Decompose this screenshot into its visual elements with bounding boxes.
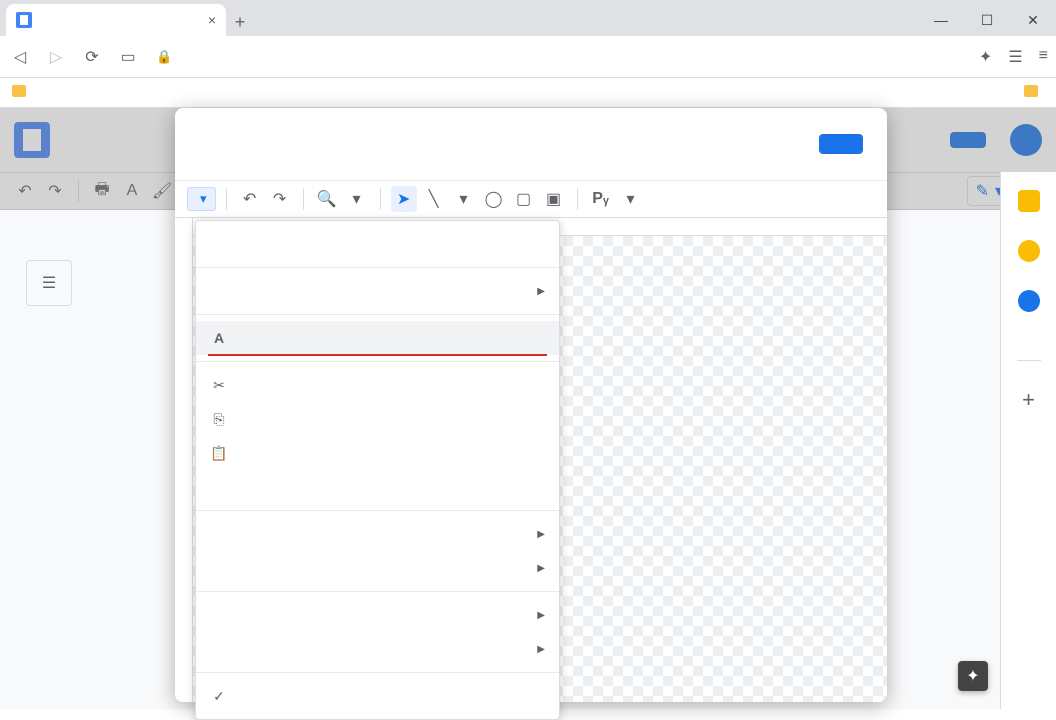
undo-icon[interactable]: ↶ bbox=[237, 186, 263, 212]
maximize-button[interactable]: ☐ bbox=[964, 4, 1010, 36]
menu-version-history[interactable] bbox=[196, 227, 559, 261]
back-button[interactable]: ◁ bbox=[8, 45, 32, 69]
other-bookmarks[interactable] bbox=[1024, 85, 1044, 100]
address-bar: ◁ ▷ ⟳ ▭ 🔒 ✦ ☰ ≡ bbox=[0, 36, 1056, 78]
menu-show-ruler[interactable]: ✓ bbox=[196, 679, 559, 713]
copy-icon: ⎘ bbox=[210, 410, 228, 428]
chevron-down-icon[interactable]: ▾ bbox=[451, 186, 477, 212]
textbox-tool-icon[interactable]: ▢ bbox=[511, 186, 537, 212]
close-window-button[interactable]: ✕ bbox=[1010, 4, 1056, 36]
calendar-icon[interactable] bbox=[1018, 190, 1040, 212]
chevron-right-icon: ▶ bbox=[537, 286, 545, 297]
chevron-right-icon: ▶ bbox=[537, 529, 545, 540]
tasks-icon[interactable] bbox=[1018, 290, 1040, 312]
reading-list-icon[interactable]: ☰ bbox=[1008, 47, 1022, 67]
actions-dropdown-menu: ▶ A ✂ ⎘ 📋 ▶ ▶ ▶ bbox=[195, 220, 560, 720]
check-icon: ✓ bbox=[210, 687, 228, 705]
cut-icon: ✂ bbox=[210, 376, 228, 394]
browser-menu-icon[interactable]: ≡ bbox=[1039, 47, 1048, 67]
explore-button[interactable]: ✦ bbox=[958, 661, 988, 691]
font-picker[interactable]: Рᵧ bbox=[588, 186, 614, 212]
menu-align-horizontal[interactable]: ▶ bbox=[196, 517, 559, 551]
actions-menu-button[interactable]: ▾ bbox=[187, 187, 216, 211]
menu-word-art[interactable]: A bbox=[196, 321, 559, 355]
browser-titlebar: × + — ☐ ✕ bbox=[0, 0, 1056, 36]
menu-download[interactable]: ▶ bbox=[196, 274, 559, 308]
select-tool-icon[interactable]: ➤ bbox=[391, 186, 417, 212]
new-tab-button[interactable]: + bbox=[226, 8, 254, 36]
add-addon-icon[interactable]: + bbox=[1018, 389, 1040, 411]
bookmarks-folder[interactable] bbox=[12, 85, 32, 100]
save-and-close-button[interactable] bbox=[819, 134, 863, 154]
keep-icon[interactable] bbox=[1018, 240, 1040, 262]
menu-duplicate[interactable] bbox=[196, 470, 559, 504]
outline-button[interactable]: ☰ bbox=[26, 260, 72, 306]
shape-tool-icon[interactable]: ◯ bbox=[481, 186, 507, 212]
redo-icon[interactable]: ↷ bbox=[267, 186, 293, 212]
chevron-down-icon[interactable]: ▾ bbox=[344, 186, 370, 212]
menu-distribute[interactable]: ▶ bbox=[196, 598, 559, 632]
close-tab-icon[interactable]: × bbox=[208, 12, 216, 28]
minimize-button[interactable]: — bbox=[918, 4, 964, 36]
folder-icon bbox=[12, 85, 26, 97]
chevron-right-icon: ▶ bbox=[537, 610, 545, 621]
zoom-icon[interactable]: 🔍 bbox=[314, 186, 340, 212]
chevron-right-icon: ▶ bbox=[537, 644, 545, 655]
browser-tab[interactable]: × bbox=[6, 4, 226, 36]
bookmarks-bar bbox=[0, 78, 1056, 108]
tabs-icon[interactable]: ▭ bbox=[116, 45, 140, 69]
lock-icon: 🔒 bbox=[156, 49, 172, 65]
side-panel: + bbox=[1000, 172, 1056, 709]
dialog-header bbox=[175, 108, 887, 180]
chevron-down-icon[interactable]: ▾ bbox=[618, 186, 644, 212]
reload-button[interactable]: ⟳ bbox=[80, 45, 104, 69]
chevron-right-icon: ▶ bbox=[537, 563, 545, 574]
menu-copy[interactable]: ⎘ bbox=[196, 402, 559, 436]
docs-favicon bbox=[16, 12, 32, 28]
chevron-down-icon: ▾ bbox=[200, 191, 207, 207]
wordart-icon: A bbox=[210, 329, 228, 347]
dialog-toolbar: ▾ ↶ ↷ 🔍 ▾ ➤ ╲ ▾ ◯ ▢ ▣ Рᵧ ▾ bbox=[175, 180, 887, 218]
vertical-ruler bbox=[175, 218, 193, 702]
window-controls: — ☐ ✕ bbox=[918, 4, 1056, 36]
menu-paste[interactable]: 📋 bbox=[196, 436, 559, 470]
line-tool-icon[interactable]: ╲ bbox=[421, 186, 447, 212]
folder-icon bbox=[1024, 85, 1038, 97]
url-box[interactable]: 🔒 bbox=[152, 49, 967, 65]
extensions-icon[interactable]: ✦ bbox=[979, 47, 992, 67]
image-tool-icon[interactable]: ▣ bbox=[541, 186, 567, 212]
menu-align-vertical[interactable]: ▶ bbox=[196, 551, 559, 585]
forward-button[interactable]: ▷ bbox=[44, 45, 68, 69]
paste-icon: 📋 bbox=[210, 444, 228, 462]
menu-rotate[interactable]: ▶ bbox=[196, 632, 559, 666]
menu-cut[interactable]: ✂ bbox=[196, 368, 559, 402]
